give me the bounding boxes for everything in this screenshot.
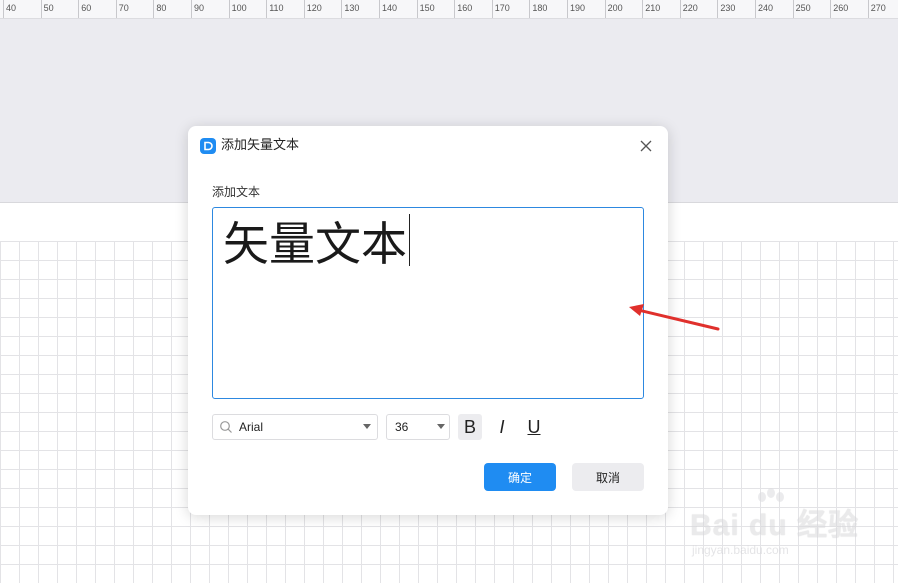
ruler-tick — [567, 0, 568, 18]
ruler-tick — [491, 0, 493, 18]
text-caret — [409, 214, 410, 266]
horizontal-ruler: 40 50 60 70 80 90 100 110 120 130 140 150 160 170 180 1… — [0, 0, 898, 19]
ruler-tick — [115, 0, 117, 18]
italic-button[interactable]: I — [490, 414, 514, 440]
ruler-tick — [303, 0, 305, 18]
logo-mark — [204, 141, 213, 151]
ruler-tick — [341, 0, 343, 18]
ruler-label: 170 — [494, 3, 510, 13]
ruler-tick — [792, 0, 794, 18]
ruler-label: 40 — [6, 3, 17, 13]
watermark-brand: Bai du 经验 — [690, 509, 860, 542]
ruler-label: 120 — [306, 3, 322, 13]
add-vector-text-dialog: 添加矢量文本 添加文本 矢量文本 Arial 36 B I U 确定 取消 — [188, 126, 668, 515]
ruler-label: 60 — [81, 3, 92, 13]
app-logo-icon — [200, 138, 216, 154]
ruler-tick — [78, 0, 80, 18]
ruler-tick — [604, 0, 606, 18]
ruler-tick — [228, 0, 230, 18]
ruler-label: 250 — [795, 3, 811, 13]
close-icon[interactable] — [638, 138, 654, 154]
ruler-label: 70 — [118, 3, 129, 13]
chevron-down-icon — [363, 424, 371, 429]
ruler-tick — [153, 0, 155, 18]
ruler-label: 90 — [194, 3, 205, 13]
baidu-jingyan-watermark: Bai du 经验 jingyan.baidu.com — [690, 488, 860, 568]
font-family-value: Arial — [239, 420, 264, 434]
underline-button[interactable]: U — [522, 414, 546, 440]
dialog-title: 添加矢量文本 — [221, 138, 300, 153]
search-icon — [220, 421, 232, 433]
ruler-label: 100 — [231, 3, 247, 13]
ruler-label: 240 — [758, 3, 774, 13]
ruler-label: 180 — [532, 3, 548, 13]
text-value: 矢量文本 — [223, 217, 407, 271]
ruler-label: 140 — [382, 3, 398, 13]
ruler-tick — [679, 0, 681, 18]
chevron-down-icon — [437, 424, 445, 429]
ruler-tick — [3, 0, 4, 18]
ruler-label: 220 — [682, 3, 698, 13]
confirm-button[interactable]: 确定 — [484, 463, 556, 491]
ruler-tick — [867, 0, 869, 18]
ruler-label: 80 — [156, 3, 167, 13]
ruler-tick — [717, 0, 719, 18]
ruler-tick — [266, 0, 268, 18]
ruler-tick — [416, 0, 418, 18]
ruler-tick — [642, 0, 644, 18]
annotation-arrow — [629, 304, 720, 331]
font-size-value: 36 — [395, 420, 409, 434]
watermark-url: jingyan.baidu.com — [692, 543, 789, 557]
ruler-label: 230 — [720, 3, 736, 13]
ruler-label: 270 — [870, 3, 886, 13]
ruler-tick — [191, 0, 192, 18]
ruler-tick — [379, 0, 380, 18]
ruler-label: 50 — [43, 3, 54, 13]
font-size-select[interactable]: 36 — [386, 414, 450, 440]
ruler-label: 110 — [269, 3, 284, 13]
ruler-tick — [755, 0, 756, 18]
ruler-label: 160 — [457, 3, 473, 13]
add-text-label: 添加文本 — [212, 185, 261, 199]
ruler-label: 200 — [607, 3, 623, 13]
ruler-label: 150 — [419, 3, 435, 13]
font-family-select[interactable]: Arial — [212, 414, 378, 440]
text-input-value: 矢量文本 — [223, 214, 410, 274]
ruler-tick — [454, 0, 456, 18]
ruler-label: 190 — [570, 3, 586, 13]
cancel-button[interactable]: 取消 — [572, 463, 644, 491]
ruler-tick — [529, 0, 531, 18]
bold-button[interactable]: B — [458, 414, 482, 440]
ruler-label: 130 — [344, 3, 360, 13]
ruler-tick — [830, 0, 832, 18]
ruler-tick — [40, 0, 42, 18]
ruler-label: 210 — [645, 3, 661, 13]
text-input-area[interactable]: 矢量文本 — [212, 207, 644, 399]
ruler-label: 260 — [833, 3, 849, 13]
